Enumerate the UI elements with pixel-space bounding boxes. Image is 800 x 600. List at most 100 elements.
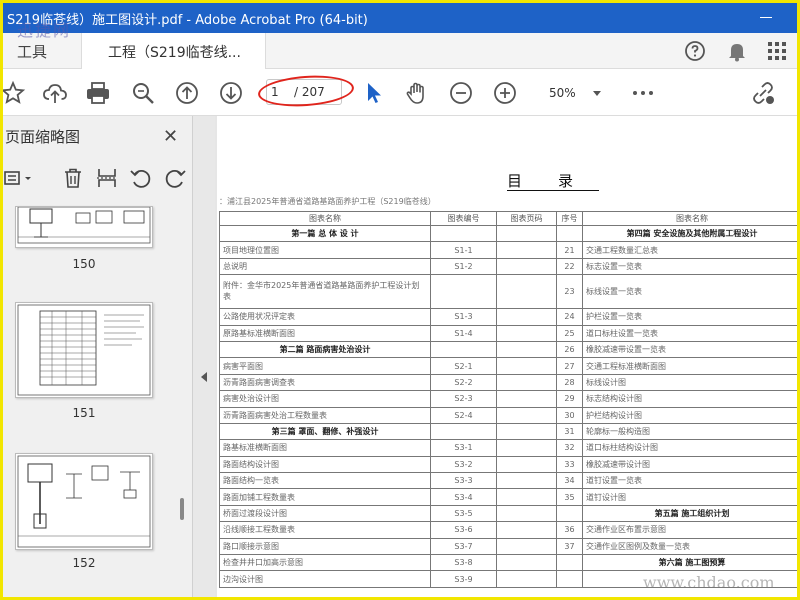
table-row: 第一篇 总 体 设 计 第四篇 安全设施及其他附属工程设计 [219,224,797,243]
table-cell: 道口标柱设置一览表 [582,324,797,342]
table-cell: 护栏结构设计图 [582,406,797,424]
table-row: 路面结构一览表 S3-3 34 道钉设置一览表 [219,472,797,490]
table-cell: 第四篇 安全设施及其他附属工程设计 [582,224,797,243]
apps-grid-icon[interactable] [765,39,789,63]
table-cell [430,274,497,310]
tab-tools[interactable]: 工具 [17,41,47,62]
previous-page-icon[interactable] [173,79,201,107]
table-cell [496,472,557,490]
pdf-page: 目 录 ：浦江县2025年普通省道路基路面养护工程（S219临苍线） 图表名称 … [217,116,797,597]
select-cursor-icon[interactable] [360,79,388,107]
help-icon[interactable] [683,39,707,63]
table-row: 路面加铺工程数量表 S3-4 35 道钉设计图 [219,488,797,506]
table-row: 桥面过渡段设计图 S3-5 第五篇 施工组织计划 [219,504,797,523]
table-cell: S3-8 [430,554,497,572]
minimize-button[interactable] [748,6,788,28]
close-icon[interactable]: ✕ [163,126,178,147]
table-cell [496,521,557,539]
cloud-upload-icon[interactable] [41,79,69,107]
table-cell: 27 [556,357,583,375]
table-cell: 22 [556,257,583,276]
table-cell: 24 [556,308,583,326]
table-cell: 标志结构设计图 [582,390,797,408]
table-cell: S1-4 [430,324,497,342]
more-tools-icon[interactable] [629,79,657,107]
table-cell: 路面结构设计图 [219,455,431,474]
table-cell: 沥青路面病害处治工程数量表 [219,406,431,424]
document-view[interactable]: 目 录 ：浦江县2025年普通省道路基路面养护工程（S219临苍线） 图表名称 … [215,116,797,597]
table-cell [496,570,557,588]
table-cell: S1-1 [430,241,497,259]
collapse-arrow-icon[interactable] [201,372,207,382]
header-cell: 图表名称 [582,211,797,226]
chevron-down-icon [593,91,601,96]
thumbnail-scrollbar[interactable] [177,202,187,597]
table-cell [496,439,557,457]
table-cell: 第二篇 路面病害处治设计 [219,340,431,359]
toolbar: 1 / 207 50% [3,69,797,116]
tab-document-label: 工程（S219临苍线... [108,45,241,61]
panel-divider[interactable] [193,116,215,597]
table-row: 原路基标准横断面图 S1-4 25 道口标柱设置一览表 [219,324,797,342]
table-cell [496,373,557,392]
hand-tool-icon[interactable] [403,79,431,107]
table-cell: 路面结构一览表 [219,472,431,490]
table-cell: 路面加铺工程数量表 [219,488,431,506]
star-icon[interactable] [3,79,27,107]
bell-icon[interactable] [725,39,749,63]
table-cell: 交通作业区图例及数量一览表 [582,537,797,556]
watermark: 迅捷网 [17,21,72,40]
zoom-in-icon[interactable] [491,79,519,107]
table-cell: 第六篇 施工图预算 [582,554,797,572]
table-cell: 35 [556,488,583,506]
table-cell: 21 [556,241,583,259]
table-cell [430,340,497,359]
table-cell: S3-5 [430,504,497,523]
table-cell: 34 [556,472,583,490]
table-row: 路面结构设计图 S3-2 33 橡胶减速带设计图 [219,455,797,474]
share-link-icon[interactable] [749,79,777,107]
table-cell [496,406,557,424]
document-subtitle: ：浦江县2025年普通省道路基路面养护工程（S219临苍线） [219,197,436,206]
table-cell [556,224,583,243]
toc-table: 图表名称 图表编号 图表页码 序号 图表名称 第一篇 总 体 设 计 第四篇 安全… [219,211,797,588]
rotate-left-icon[interactable] [129,166,153,190]
table-cell: 总说明 [219,257,431,276]
next-page-icon[interactable] [217,79,245,107]
tab-document[interactable]: 工程（S219临苍线... [81,33,266,69]
table-cell: 标志设置一览表 [582,257,797,276]
table-cell: S3-3 [430,472,497,490]
extract-pages-icon[interactable] [95,166,119,190]
table-cell: 病害平面图 [219,357,431,375]
table-cell: 路基标准横断面图 [219,439,431,457]
table-row: 路口顺接示意图 S3-7 37 交通作业区图例及数量一览表 [219,537,797,556]
table-cell: S3-6 [430,521,497,539]
page-thumbnail[interactable] [15,453,153,550]
toc-header-row: 图表名称 图表编号 图表页码 序号 图表名称 [219,211,797,226]
table-row: 总说明 S1-2 22 标志设置一览表 [219,257,797,276]
table-cell: 37 [556,537,583,556]
table-row: 病害处治设计图 S2-3 29 标志结构设计图 [219,390,797,408]
page-thumbnail[interactable] [15,302,153,398]
table-row: 沥青路面病害调查表 S2-2 28 标线设计图 [219,373,797,392]
search-icon[interactable] [129,79,157,107]
page-thumbnail[interactable] [15,206,153,248]
table-cell [496,324,557,342]
header-cell: 图表编号 [430,211,497,226]
rotate-right-icon[interactable] [163,166,187,190]
zoom-value: 50% [549,86,576,100]
options-menu-icon[interactable] [3,166,31,190]
table-cell: 公路使用状况评定表 [219,308,431,326]
zoom-select[interactable]: 50% [539,81,605,105]
table-row: 检查井井口加高示意图 S3-8 第六篇 施工图预算 [219,554,797,572]
table-cell: 交通工程数量汇总表 [582,241,797,259]
print-icon[interactable] [84,79,112,107]
table-cell: 项目地理位置图 [219,241,431,259]
table-cell: 交通工程标准横断面图 [582,357,797,375]
table-cell: 30 [556,406,583,424]
table-cell: 标线设置一览表 [582,274,797,310]
document-title: 目 录 [507,172,576,190]
table-cell [496,422,557,441]
zoom-out-icon[interactable] [447,79,475,107]
trash-icon[interactable] [61,166,85,190]
